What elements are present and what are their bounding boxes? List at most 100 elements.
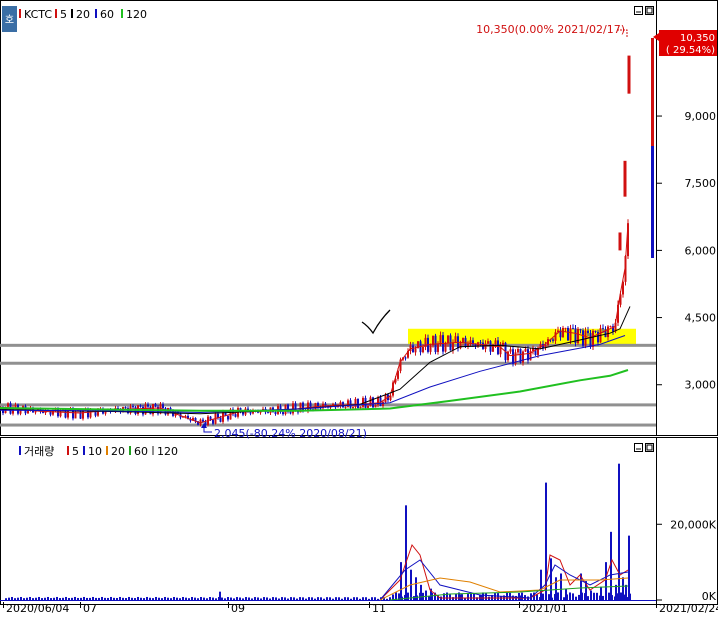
minimize-button[interactable] [634, 6, 643, 15]
volume-bar [26, 597, 28, 600]
volume-bar [125, 598, 127, 600]
volume-bar [146, 596, 148, 600]
candle-body [602, 328, 604, 330]
candle-body [422, 346, 424, 353]
candle-body [259, 411, 262, 413]
price-legend: KCTC 5 20 60 120 [19, 8, 147, 21]
volume-bar [587, 596, 589, 600]
volume-bar [371, 597, 373, 600]
volume-bar [119, 596, 121, 600]
volume-bar [113, 597, 115, 600]
support-line [0, 361, 656, 365]
candle-body [627, 55, 631, 94]
volume-bar [50, 598, 52, 600]
volume-bar [170, 598, 172, 600]
candle-body [352, 407, 354, 409]
volume-bar [431, 593, 433, 600]
volume-bar [485, 593, 487, 600]
candle-body [609, 326, 612, 328]
volume-bar [614, 596, 616, 600]
volume-bar [284, 597, 286, 600]
volume-bar [629, 593, 631, 600]
candle-body [517, 348, 519, 353]
volume-bar [410, 593, 412, 600]
candle-body [154, 403, 157, 407]
volume-bar [128, 596, 130, 600]
volume-bar [35, 597, 37, 600]
volume-bar [32, 598, 34, 600]
candle-body [489, 341, 492, 352]
price-tick-label: 9,000 [685, 110, 717, 123]
candle-body [452, 342, 454, 351]
volume-bar [353, 597, 355, 600]
candle-body [404, 357, 407, 359]
volume-bar [140, 597, 142, 600]
volume-bar [122, 597, 124, 600]
candle-body [429, 345, 432, 352]
candle-body [594, 330, 597, 332]
volume-bar [161, 598, 163, 600]
volume-bar [257, 597, 259, 600]
volume-bar [482, 592, 484, 600]
candle-body [567, 327, 569, 341]
volume-bar [618, 463, 620, 600]
volume-bar [152, 598, 154, 600]
volume-bar [329, 597, 331, 600]
volume-bar [338, 597, 340, 600]
date-label-end: 2021/02/24 [659, 602, 718, 615]
candle-body [502, 342, 504, 346]
volume-bar [281, 597, 283, 600]
candle-body [354, 398, 357, 408]
minimize-button[interactable] [634, 443, 643, 452]
candle-body [509, 349, 512, 352]
candle-body [227, 416, 229, 420]
volume-bar [275, 597, 277, 600]
candle-body [554, 332, 557, 341]
candle-body [524, 349, 527, 352]
volume-bar [245, 597, 247, 600]
candle-body [34, 411, 37, 413]
volume-bar [209, 597, 211, 600]
candle-body [479, 342, 482, 344]
volume-bar [104, 597, 106, 600]
volume-bar [446, 592, 448, 600]
candle-body [124, 407, 127, 409]
volume-bar [620, 592, 622, 600]
volume-bar [77, 597, 79, 600]
candle-body [494, 340, 497, 345]
volume-bar [107, 597, 109, 600]
volume-bar [41, 598, 43, 600]
volume-bar [335, 597, 337, 600]
price-range-bar-up [651, 38, 654, 146]
candle-body [522, 351, 524, 363]
candle-body [592, 330, 594, 347]
candle-body [623, 160, 627, 197]
vol-ma60-legend: 60 [134, 445, 148, 458]
candle-body [454, 336, 457, 343]
volume-bar [317, 597, 319, 600]
candle-body [618, 232, 622, 251]
volume-bar [290, 597, 292, 600]
volume-bar [628, 535, 630, 600]
volume-bar [95, 597, 97, 600]
candle-body [292, 403, 294, 414]
candle-body [302, 402, 304, 411]
candle-body [132, 406, 134, 408]
volume-title: 거래량 [24, 445, 54, 458]
volume-bar [557, 592, 559, 600]
volume-bar [419, 592, 421, 600]
volume-bar [617, 593, 619, 600]
volume-bar [467, 594, 469, 600]
volume-bar [296, 598, 298, 600]
volume-bar [344, 597, 346, 600]
badge-change: ( 29.54%) [666, 45, 715, 56]
symbol-label: KCTC [24, 8, 52, 21]
date-label-07: 07 [83, 602, 97, 615]
volume-bar [305, 598, 307, 600]
volume-bar [116, 597, 118, 600]
volume-bar [5, 598, 7, 600]
volume-bar [68, 597, 70, 600]
volume-bar [572, 593, 574, 600]
volume-bar [242, 598, 244, 600]
volume-bar [224, 598, 226, 600]
